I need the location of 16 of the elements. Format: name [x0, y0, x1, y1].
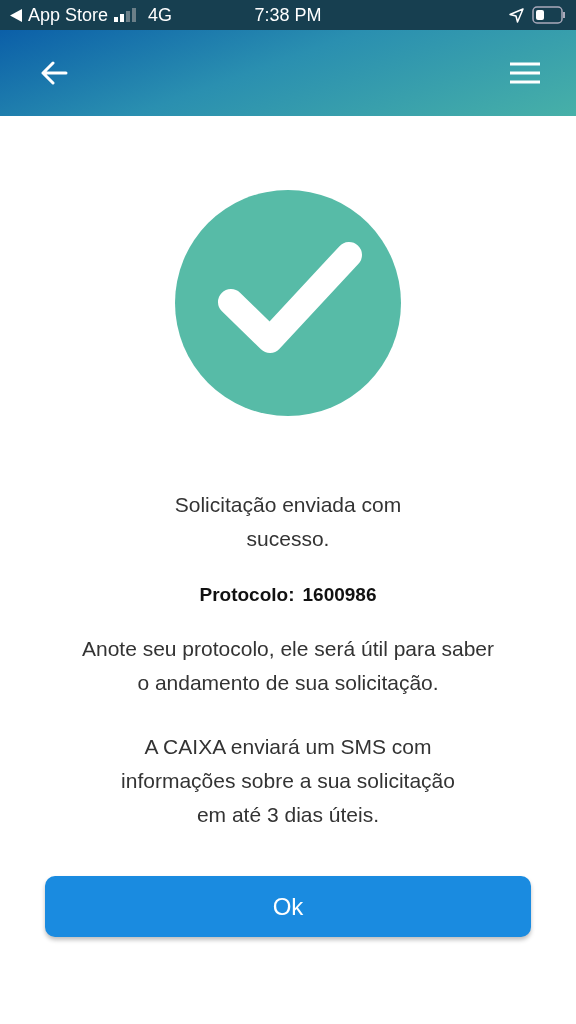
clock-time: 7:38 PM — [254, 4, 322, 25]
protocol-number: 1600986 — [302, 584, 377, 606]
sms-info-text: A CAIXA enviará um SMS com informações sobre a sua solicitação em até 3 dias úteis. — [120, 734, 456, 828]
back-triangle-icon — [10, 8, 22, 22]
location-arrow-icon — [509, 7, 524, 23]
back-arrow-icon[interactable] — [40, 61, 68, 85]
signal-icon — [114, 8, 137, 22]
network-type: 4G — [148, 4, 173, 26]
protocol-note: Anote seu protocolo, ele será útil para saber o andamento de sua solicitação. — [80, 636, 496, 696]
battery-icon — [532, 6, 566, 24]
ok-button[interactable]: Ok — [45, 876, 531, 937]
menu-icon[interactable] — [510, 62, 540, 84]
success-check-icon — [175, 190, 401, 416]
back-to-app-link[interactable]: App Store — [28, 4, 109, 26]
protocol-label: Protocolo: — [199, 584, 295, 606]
success-message: Solicitação enviada com sucesso. — [173, 492, 403, 552]
